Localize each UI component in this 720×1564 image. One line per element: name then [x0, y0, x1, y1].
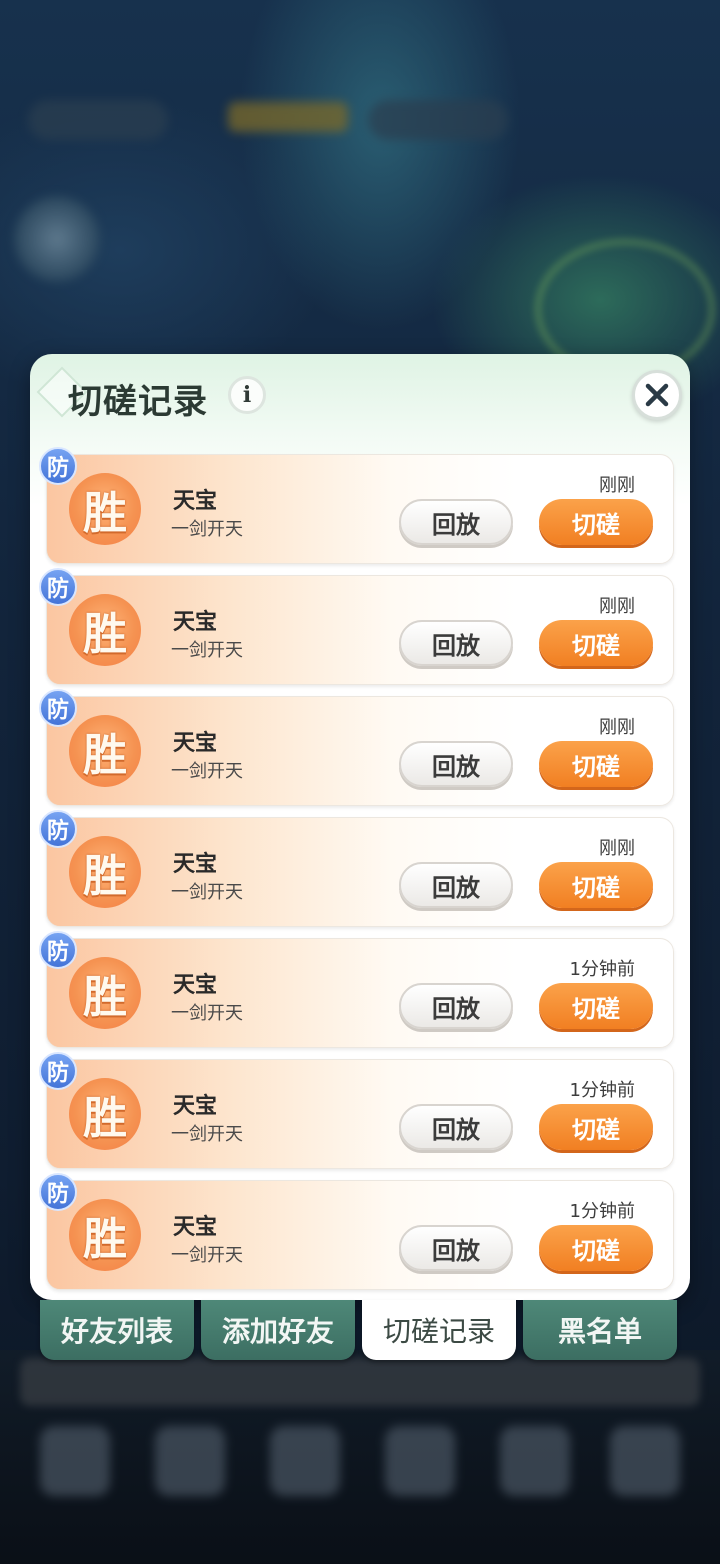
replay-button[interactable]: 回放: [399, 983, 513, 1029]
opponent-name: 天宝: [173, 973, 218, 998]
replay-button[interactable]: 回放: [399, 1225, 513, 1271]
replay-button[interactable]: 回放: [399, 620, 513, 666]
result-win-label: 胜: [83, 730, 127, 781]
replay-button[interactable]: 回放: [399, 1104, 513, 1150]
result-win-label: 胜: [83, 609, 127, 660]
spar-button[interactable]: 切磋: [539, 620, 653, 666]
tab-add-friend[interactable]: 添加好友: [201, 1300, 355, 1360]
record-time: 1分钟前: [569, 1201, 635, 1222]
replay-button[interactable]: 回放: [399, 741, 513, 787]
replay-button[interactable]: 回放: [399, 862, 513, 908]
result-win-label: 胜: [83, 1214, 127, 1265]
close-button[interactable]: [632, 370, 682, 420]
background-bottom-bar: [0, 1350, 720, 1564]
record-row: 防 胜 天宝 一剑开天 1分钟前 回放 切磋: [39, 1173, 674, 1290]
opponent-name: 天宝: [173, 852, 218, 877]
opponent-subtitle: 一剑开天: [171, 1245, 243, 1266]
opponent-subtitle: 一剑开天: [171, 882, 243, 903]
record-time: 刚刚: [599, 717, 635, 738]
spar-button[interactable]: 切磋: [539, 983, 653, 1029]
result-win-label: 胜: [83, 851, 127, 902]
opponent-name: 天宝: [173, 610, 218, 635]
result-win-label: 胜: [83, 972, 127, 1023]
opponent-subtitle: 一剑开天: [171, 640, 243, 661]
spar-button[interactable]: 切磋: [539, 1104, 653, 1150]
info-icon-glyph: i: [242, 382, 252, 408]
result-win-label: 胜: [83, 1093, 127, 1144]
spar-record-dialog: 切磋记录 i 防 胜 天宝 一剑开天 刚刚 回放 切磋 防 胜 天宝 一剑开天: [30, 354, 690, 1300]
record-time: 1分钟前: [569, 959, 635, 980]
spar-button[interactable]: 切磋: [539, 741, 653, 787]
background-avatar: [14, 196, 100, 282]
friend-tabs: 好友列表 添加好友 切磋记录 黑名单: [40, 1300, 680, 1362]
record-row: 防 胜 天宝 一剑开天 刚刚 回放 切磋: [39, 689, 674, 806]
record-time: 刚刚: [599, 596, 635, 617]
record-row: 防 胜 天宝 一剑开天 刚刚 回放 切磋: [39, 447, 674, 564]
dialog-header: 切磋记录 i: [30, 354, 690, 444]
result-win-label: 胜: [83, 488, 127, 539]
dialog-title: 切磋记录: [68, 382, 208, 422]
background-hud: [28, 96, 508, 148]
record-row: 防 胜 天宝 一剑开天 1分钟前 回放 切磋: [39, 931, 674, 1048]
tab-friend-list[interactable]: 好友列表: [40, 1300, 194, 1360]
opponent-name: 天宝: [173, 1215, 218, 1240]
opponent-subtitle: 一剑开天: [171, 761, 243, 782]
tab-blacklist[interactable]: 黑名单: [523, 1300, 677, 1360]
record-time: 刚刚: [599, 475, 635, 496]
spar-button[interactable]: 切磋: [539, 499, 653, 545]
opponent-name: 天宝: [173, 489, 218, 514]
opponent-name: 天宝: [173, 1094, 218, 1119]
opponent-subtitle: 一剑开天: [171, 1124, 243, 1145]
spar-button[interactable]: 切磋: [539, 1225, 653, 1271]
opponent-name: 天宝: [173, 731, 218, 756]
record-time: 刚刚: [599, 838, 635, 859]
info-icon[interactable]: i: [228, 376, 266, 414]
opponent-subtitle: 一剑开天: [171, 1003, 243, 1024]
opponent-subtitle: 一剑开天: [171, 519, 243, 540]
spar-button[interactable]: 切磋: [539, 862, 653, 908]
record-time: 1分钟前: [569, 1080, 635, 1101]
replay-button[interactable]: 回放: [399, 499, 513, 545]
tab-spar-record[interactable]: 切磋记录: [362, 1300, 516, 1360]
record-row: 防 胜 天宝 一剑开天 1分钟前 回放 切磋: [39, 1052, 674, 1169]
close-icon: [645, 383, 669, 407]
record-row: 防 胜 天宝 一剑开天 刚刚 回放 切磋: [39, 568, 674, 685]
record-row: 防 胜 天宝 一剑开天 刚刚 回放 切磋: [39, 810, 674, 927]
